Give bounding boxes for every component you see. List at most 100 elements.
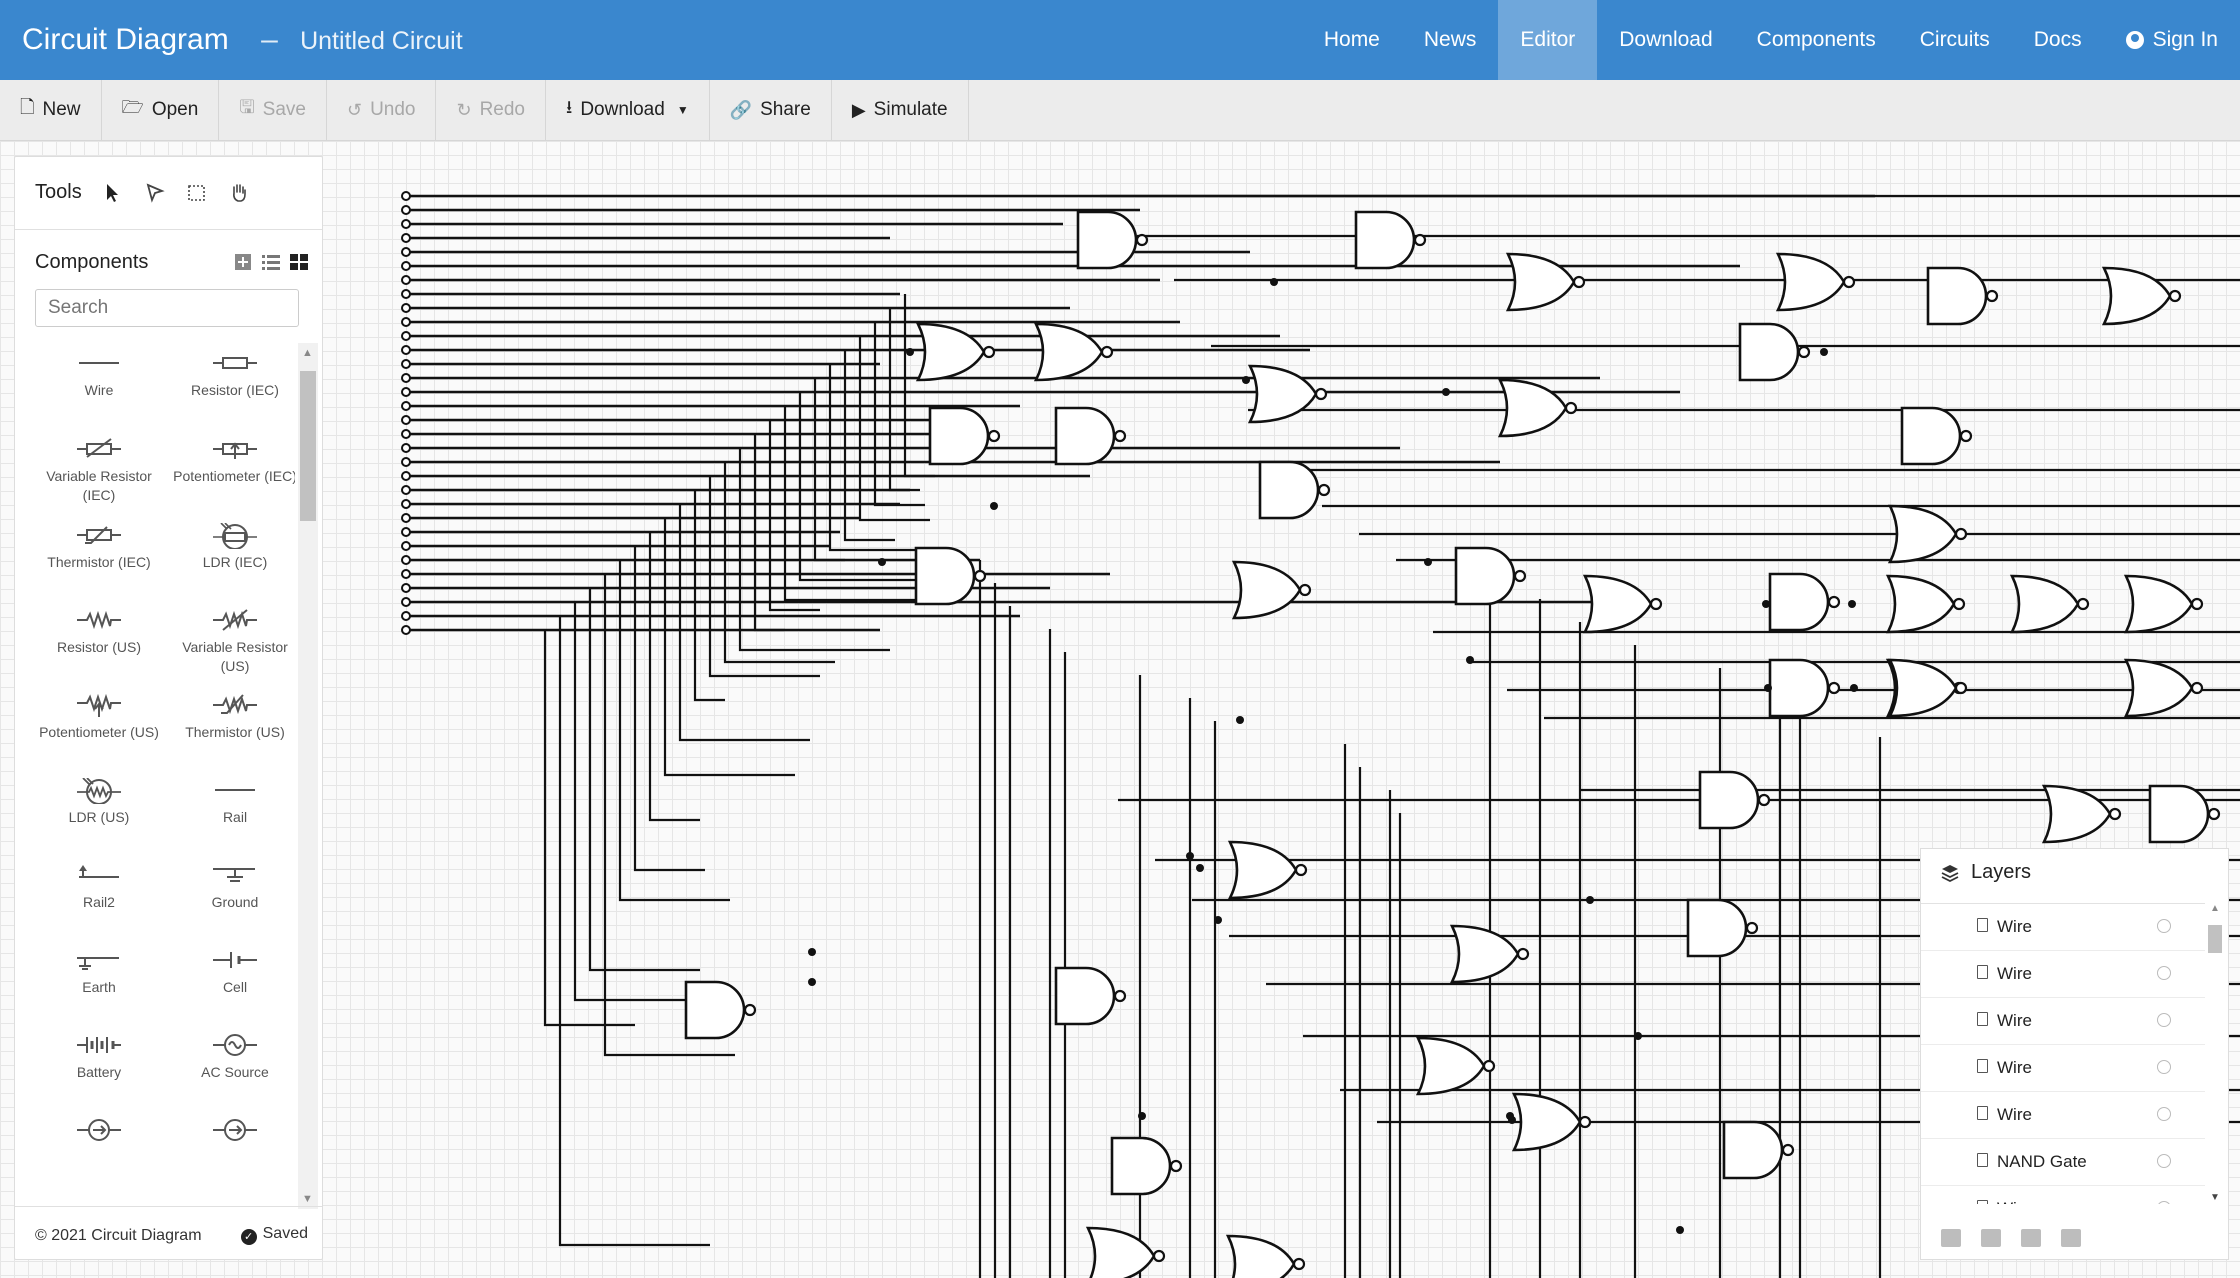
layer-row[interactable]: Wire: [1921, 904, 2205, 951]
layers-header: Layers: [1941, 861, 2031, 884]
nav-editor[interactable]: Editor: [1498, 0, 1598, 80]
pan-hand-icon[interactable]: [228, 182, 250, 204]
nav-docs-label: Docs: [2033, 28, 2082, 51]
scrollbar-thumb[interactable]: [2208, 925, 2222, 953]
nav-download[interactable]: Download: [1597, 0, 1734, 80]
component-potentiometer-us[interactable]: Potentiometer (US): [31, 685, 167, 769]
layer-visibility-toggle[interactable]: [2157, 1013, 2171, 1027]
layer-visibility-toggle[interactable]: [2157, 966, 2171, 980]
resistor-us-icon: [77, 610, 121, 630]
ldr-us-icon: [77, 778, 121, 804]
ground-icon: [213, 868, 255, 882]
layer-visibility-toggle[interactable]: [2157, 1107, 2171, 1121]
share-button[interactable]: 🔗 Share: [710, 80, 832, 140]
delete-icon[interactable]: [1941, 1229, 1961, 1247]
component-label: Thermistor (US): [185, 724, 285, 740]
nav-circuits[interactable]: Circuits: [1898, 0, 2012, 80]
circuit-drawing[interactable]: [0, 141, 2240, 1278]
scroll-up-icon[interactable]: ▲: [302, 347, 313, 359]
component-current-source[interactable]: [167, 1110, 295, 1194]
component-variable-resistor-iec[interactable]: Variable Resistor (IEC): [31, 429, 167, 513]
nav-news[interactable]: News: [1402, 0, 1499, 80]
component-variable-resistor-us[interactable]: Variable Resistor (US): [167, 600, 295, 684]
layer-row[interactable]: Wire: [1921, 1186, 2205, 1204]
nav-components[interactable]: Components: [1735, 0, 1898, 80]
copyright: © 2021 Circuit Diagram: [35, 1227, 202, 1244]
select-box-icon[interactable]: [186, 182, 208, 204]
component-thermistor-iec[interactable]: Thermistor (IEC): [31, 515, 167, 599]
left-panel: Tools Components Wire Resistor (IEC) Varia…: [14, 156, 323, 1260]
component-resistor-iec[interactable]: Resistor (IEC): [167, 343, 295, 427]
current-source-icon: [77, 1119, 121, 1141]
wire-icon: [79, 362, 119, 364]
simulate-button[interactable]: ▶ Simulate: [832, 80, 969, 140]
redo-button[interactable]: ↻ Redo: [436, 80, 546, 140]
undo-label: Undo: [370, 99, 416, 120]
component-current-source[interactable]: [31, 1110, 167, 1194]
layer-row[interactable]: Wire: [1921, 1092, 2205, 1139]
document-title[interactable]: Untitled Circuit: [300, 27, 463, 55]
component-search-input[interactable]: [35, 289, 299, 327]
component-rail2[interactable]: Rail2: [31, 855, 167, 939]
layer-row[interactable]: NAND Gate: [1921, 1139, 2205, 1186]
nav-home[interactable]: Home: [1302, 0, 1402, 80]
scroll-down-icon[interactable]: ▼: [302, 1193, 313, 1205]
layer-row[interactable]: Wire: [1921, 951, 2205, 998]
component-thermistor-us[interactable]: Thermistor (US): [167, 685, 295, 769]
save-status-label: Saved: [262, 1225, 308, 1242]
pointer-icon[interactable]: [102, 182, 124, 204]
circuit-canvas[interactable]: [0, 141, 2240, 1278]
grid-view-icon[interactable]: [290, 253, 308, 271]
component-label: Earth: [82, 979, 116, 995]
divider: [15, 229, 322, 230]
layer-visibility-toggle[interactable]: [2157, 1201, 2171, 1204]
download-button[interactable]: ⭳ Download ▼: [546, 80, 710, 140]
component-ground[interactable]: Ground: [167, 855, 295, 939]
component-scrollbar[interactable]: ▲ ▼: [298, 343, 318, 1209]
component-ac-source[interactable]: AC Source: [167, 1025, 295, 1109]
component-rail[interactable]: Rail: [167, 770, 295, 854]
simulate-label: Simulate: [873, 99, 948, 120]
save-status: ✓ Saved: [240, 1225, 308, 1245]
component-earth[interactable]: Earth: [31, 940, 167, 1024]
component-potentiometer-iec[interactable]: Potentiometer (IEC): [167, 429, 295, 513]
scroll-up-icon[interactable]: ▲: [2210, 903, 2220, 914]
open-button[interactable]: 🗁 Open: [102, 80, 220, 140]
copy-icon[interactable]: [2061, 1229, 2081, 1247]
list-view-icon[interactable]: [262, 253, 280, 271]
layer-visibility-toggle[interactable]: [2157, 1060, 2171, 1074]
undo-button[interactable]: ↺ Undo: [327, 80, 437, 140]
layers-scrollbar[interactable]: ▲ ▼: [2208, 903, 2222, 1203]
rail-icon: [215, 789, 255, 791]
folder-icon[interactable]: [1981, 1229, 2001, 1247]
add-component-icon[interactable]: [234, 253, 252, 271]
nav-sign-in[interactable]: Sign In: [2104, 0, 2240, 80]
current-source-icon: [213, 1119, 257, 1141]
brand-title[interactable]: Circuit Diagram: [22, 23, 229, 56]
thermistor-us-icon: [213, 694, 257, 715]
component-ldr-iec[interactable]: LDR (IEC): [167, 515, 295, 599]
scrollbar-thumb[interactable]: [300, 371, 316, 521]
component-label: Rail: [222, 809, 248, 825]
layer-row[interactable]: Wire: [1921, 1045, 2205, 1092]
nav-docs[interactable]: Docs: [2012, 0, 2104, 80]
brand[interactable]: Circuit Diagram – Untitled Circuit: [22, 23, 463, 57]
new-button[interactable]: 🗋 New: [0, 80, 102, 140]
component-ldr-us[interactable]: LDR (US): [31, 770, 167, 854]
tools-header: Tools: [35, 181, 250, 204]
layer-visibility-toggle[interactable]: [2157, 919, 2171, 933]
redo-label: Redo: [479, 99, 525, 120]
component-label: Variable Resistor (US): [182, 639, 288, 674]
folder-open-icon[interactable]: [2021, 1229, 2041, 1247]
wire-pointer-icon[interactable]: [144, 182, 166, 204]
layer-visibility-toggle[interactable]: [2157, 1154, 2171, 1168]
scroll-down-icon[interactable]: ▼: [2210, 1192, 2220, 1203]
layers-panel: Layers WireWireWireWireWireNAND GateWire…: [1920, 848, 2229, 1260]
save-button[interactable]: 🖫 Save: [219, 80, 327, 140]
component-battery[interactable]: Battery: [31, 1025, 167, 1109]
component-cell[interactable]: Cell: [167, 940, 295, 1024]
component-label: AC Source: [201, 1064, 269, 1080]
layer-row[interactable]: Wire: [1921, 998, 2205, 1045]
component-resistor-us[interactable]: Resistor (US): [31, 600, 167, 684]
component-wire[interactable]: Wire: [31, 343, 167, 427]
